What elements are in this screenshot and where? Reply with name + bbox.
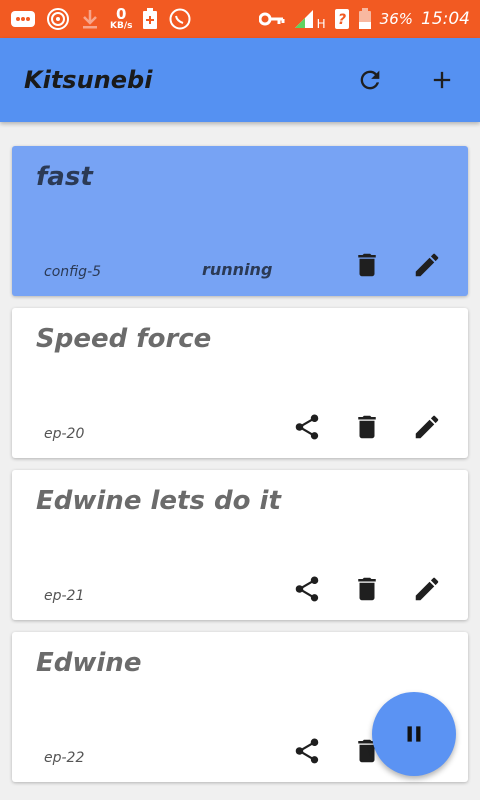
edit-button[interactable] — [412, 250, 442, 280]
battery-plus-icon — [142, 8, 158, 30]
network-speed-unit: KB/s — [110, 21, 133, 31]
edit-button[interactable] — [412, 412, 442, 442]
pencil-icon — [415, 577, 439, 601]
config-title: fast — [36, 162, 93, 192]
card-actions — [292, 574, 442, 604]
status-bar: 0 KB/s H ? 36% 15:04 — [0, 0, 480, 38]
share-icon — [295, 414, 319, 440]
config-tag: ep-22 — [44, 750, 85, 766]
config-card[interactable]: Edwine lets do it ep-21 — [12, 470, 468, 620]
config-title: Edwine — [36, 648, 142, 678]
message-icon — [10, 9, 36, 29]
share-button[interactable] — [292, 412, 322, 442]
add-icon — [433, 71, 451, 89]
trash-icon — [358, 253, 376, 277]
edit-button[interactable] — [412, 574, 442, 604]
refresh-button[interactable] — [356, 66, 384, 94]
network-type: H — [316, 17, 326, 31]
share-button[interactable] — [292, 736, 322, 766]
sim-unknown-icon: ? — [334, 8, 350, 30]
app-bar: Kitsunebi — [0, 38, 480, 122]
share-icon — [295, 576, 319, 602]
pause-icon — [407, 726, 421, 742]
pencil-icon — [415, 253, 439, 277]
config-status: running — [202, 260, 273, 279]
whatsapp-icon — [168, 7, 192, 31]
config-title: Speed force — [36, 324, 212, 354]
share-icon — [295, 738, 319, 764]
download-icon — [80, 8, 100, 30]
refresh-icon — [360, 70, 380, 90]
config-tag: config-5 — [44, 264, 102, 280]
status-bar-left: 0 KB/s — [10, 7, 192, 31]
config-tag: ep-21 — [44, 588, 85, 604]
trash-icon — [358, 415, 376, 439]
signal-icon — [293, 8, 315, 30]
vpn-key-icon — [258, 11, 285, 27]
status-bar-right: H ? 36% 15:04 — [258, 7, 470, 31]
app-title: Kitsunebi — [24, 66, 153, 94]
config-card[interactable]: fast config-5 running — [12, 146, 468, 296]
config-card[interactable]: Speed force ep-20 — [12, 308, 468, 458]
delete-button[interactable] — [352, 250, 382, 280]
config-tag: ep-20 — [44, 426, 85, 442]
battery-level: 36% — [379, 10, 413, 28]
pencil-icon — [415, 415, 439, 439]
app-bar-actions — [356, 66, 456, 94]
add-button[interactable] — [428, 66, 456, 94]
delete-button[interactable] — [352, 412, 382, 442]
delete-button[interactable] — [352, 574, 382, 604]
battery-icon — [358, 8, 372, 30]
network-speed: 0 KB/s — [110, 7, 132, 31]
hotspot-icon — [46, 7, 70, 31]
svg-text:?: ? — [338, 12, 346, 28]
config-title: Edwine lets do it — [36, 486, 281, 516]
card-actions — [352, 250, 442, 280]
trash-icon — [358, 577, 376, 601]
share-button[interactable] — [292, 574, 322, 604]
clock: 15:04 — [421, 9, 470, 29]
network-speed-value: 0 — [116, 5, 127, 23]
card-actions — [292, 412, 442, 442]
pause-fab[interactable] — [372, 692, 456, 776]
